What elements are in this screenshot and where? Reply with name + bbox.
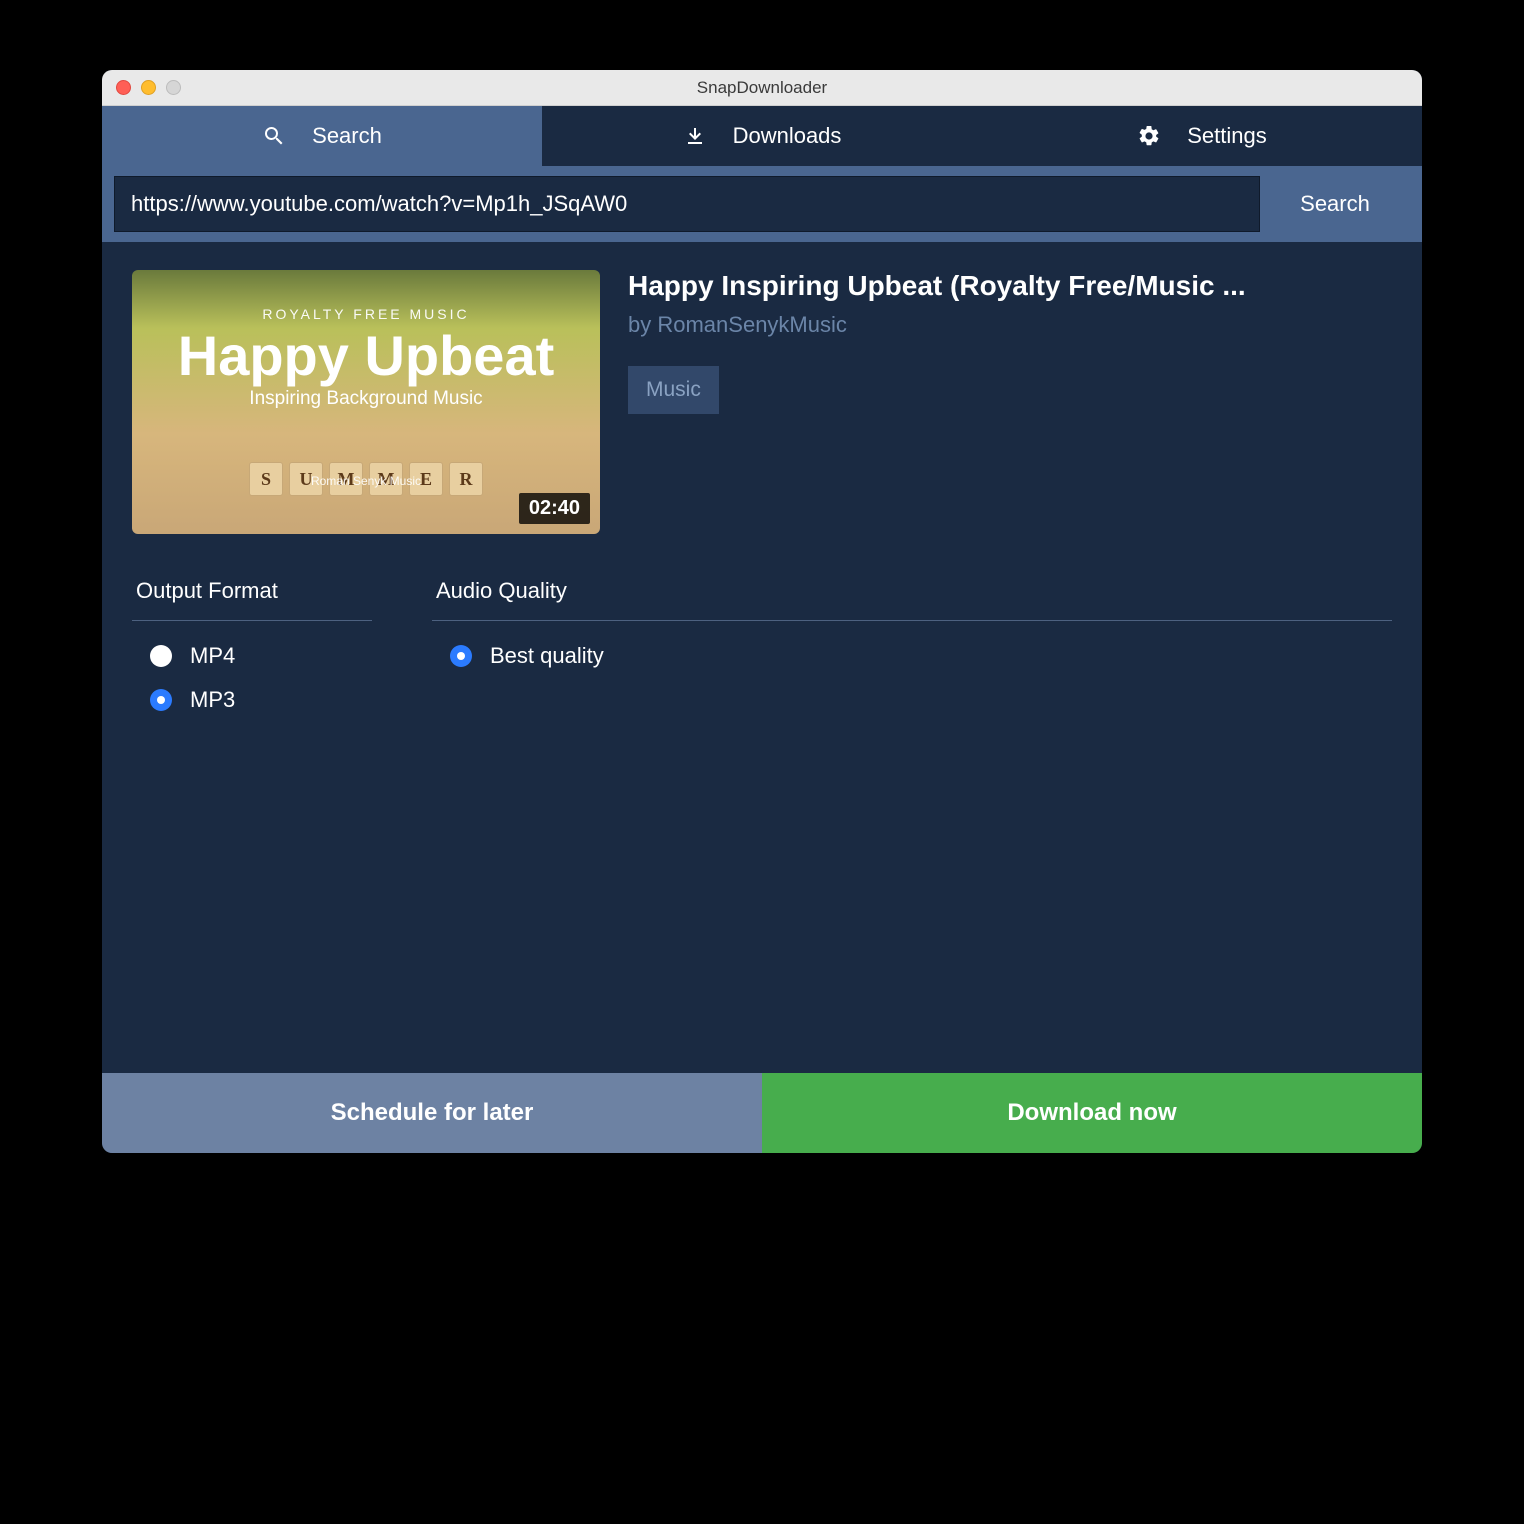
footer: Schedule for later Download now <box>102 1073 1422 1153</box>
spacer <box>132 713 1392 1073</box>
video-meta: Happy Inspiring Upbeat (Royalty Free/Mus… <box>628 270 1392 534</box>
radio-label: MP3 <box>190 687 235 713</box>
titlebar: SnapDownloader <box>102 70 1422 106</box>
thumb-block: R <box>449 462 483 496</box>
tab-settings[interactable]: Settings <box>982 106 1422 166</box>
radio-icon <box>150 689 172 711</box>
author-name: RomanSenykMusic <box>657 312 847 337</box>
tab-search-label: Search <box>312 123 382 149</box>
format-option-mp4[interactable]: MP4 <box>150 643 372 669</box>
minimize-icon[interactable] <box>141 80 156 95</box>
download-now-button[interactable]: Download now <box>762 1073 1422 1153</box>
tab-settings-label: Settings <box>1187 123 1267 149</box>
radio-label: Best quality <box>490 643 604 669</box>
format-option-mp3[interactable]: MP3 <box>150 687 372 713</box>
tab-search[interactable]: Search <box>102 106 542 166</box>
author-prefix: by <box>628 312 657 337</box>
search-button[interactable]: Search <box>1260 176 1410 232</box>
video-author: by RomanSenykMusic <box>628 312 1392 338</box>
radio-icon <box>150 645 172 667</box>
url-input[interactable] <box>114 176 1260 232</box>
thumb-sub-text: Inspiring Background Music <box>249 388 482 410</box>
download-icon <box>683 124 707 148</box>
thumb-big-text: Happy Upbeat <box>178 328 555 384</box>
tab-downloads[interactable]: Downloads <box>542 106 982 166</box>
video-thumbnail[interactable]: ROYALTY FREE MUSIC Happy Upbeat Inspirin… <box>132 270 600 534</box>
radio-icon <box>450 645 472 667</box>
video-title: Happy Inspiring Upbeat (Royalty Free/Mus… <box>628 270 1392 302</box>
thumb-top-text: ROYALTY FREE MUSIC <box>262 306 469 322</box>
thumb-block: S <box>249 462 283 496</box>
main-tabs: Search Downloads Settings <box>102 106 1422 166</box>
output-format-label: Output Format <box>132 578 372 621</box>
audio-quality-column: Audio Quality Best quality <box>432 578 1392 713</box>
gear-icon <box>1137 124 1161 148</box>
search-icon <box>262 124 286 148</box>
media-row: ROYALTY FREE MUSIC Happy Upbeat Inspirin… <box>132 270 1392 534</box>
audio-quality-label: Audio Quality <box>432 578 1392 621</box>
quality-radio-list: Best quality <box>432 621 1392 669</box>
maximize-icon[interactable] <box>166 80 181 95</box>
search-bar: Search <box>102 166 1422 242</box>
close-icon[interactable] <box>116 80 131 95</box>
traffic-lights <box>102 80 181 95</box>
content-area: ROYALTY FREE MUSIC Happy Upbeat Inspirin… <box>102 242 1422 1073</box>
app-window: SnapDownloader Search Downloads Settings… <box>102 70 1422 1153</box>
tab-downloads-label: Downloads <box>733 123 842 149</box>
window-title: SnapDownloader <box>102 78 1422 98</box>
options-row: Output Format MP4 MP3 Audio Quality Best … <box>132 578 1392 713</box>
video-duration-badge: 02:40 <box>519 493 590 524</box>
quality-option-best-quality[interactable]: Best quality <box>450 643 1392 669</box>
thumb-credit: Roman Senyk Music <box>311 474 421 488</box>
schedule-button[interactable]: Schedule for later <box>102 1073 762 1153</box>
format-radio-list: MP4 MP3 <box>132 621 372 713</box>
radio-label: MP4 <box>190 643 235 669</box>
output-format-column: Output Format MP4 MP3 <box>132 578 372 713</box>
category-tag[interactable]: Music <box>628 366 719 414</box>
